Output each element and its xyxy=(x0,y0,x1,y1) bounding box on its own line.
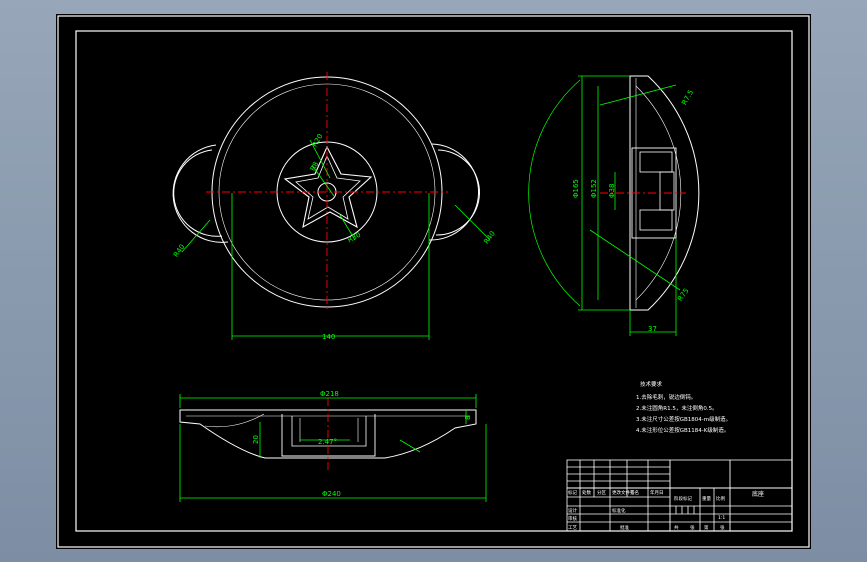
tb-label-total: 共 xyxy=(674,524,679,531)
note-line-3: 3.未注尺寸公差按GB1804-m级制造。 xyxy=(636,415,731,423)
dim-height-left: 20 xyxy=(252,435,260,444)
dim-d-bottom: Φ240 xyxy=(322,490,341,498)
cad-drawing-canvas[interactable]: 140 R40 R40 R20 R8 R30 Φ165 Φ152 Φ38 R7.… xyxy=(0,0,867,562)
tb-label-count: 处数 xyxy=(582,489,591,496)
tb-label-review: 审核 xyxy=(568,515,577,522)
dim-thickness: 37 xyxy=(648,325,657,333)
dim-height-right: 8 xyxy=(464,416,472,420)
tb-scale-value: 1:1 xyxy=(718,515,725,521)
dim-d-hub: Φ38 xyxy=(608,184,616,198)
tb-part-name: 底座 xyxy=(752,490,764,498)
tb-label-sheets: 张 xyxy=(690,524,695,531)
note-line-4: 4.未注形位公差按GB1184-K级制造。 xyxy=(636,426,729,434)
tb-label-date: 年月日 xyxy=(650,489,664,496)
tb-label-no: 第 xyxy=(704,524,709,531)
dim-width: 140 xyxy=(322,333,335,341)
tb-label-stage: 阶段标记 xyxy=(674,495,692,502)
note-line-1: 1.去除毛刺，锐边倒钝。 xyxy=(636,393,696,401)
drawing-sheet xyxy=(56,14,811,549)
tb-label-weight: 重量 xyxy=(702,495,711,502)
tb-label-zone: 分区 xyxy=(597,489,606,496)
note-line-2: 2.未注圆角R1.5，未注倒角0.5。 xyxy=(636,404,718,412)
tb-label-mark: 标记 xyxy=(568,489,577,496)
tb-label-sign: 签名 xyxy=(630,489,639,496)
dim-d-inner: Φ152 xyxy=(590,179,598,198)
notes-title: 技术要求 xyxy=(640,380,663,388)
dim-d-outer: Φ165 xyxy=(572,179,580,198)
dim-angle: 2.47° xyxy=(318,438,337,446)
tb-label-sheet: 张 xyxy=(720,524,725,531)
tb-label-approve: 批准 xyxy=(620,524,629,531)
tb-label-std: 标准化 xyxy=(612,507,626,514)
tb-label-scale: 比例 xyxy=(716,495,725,502)
dim-d-top: Φ218 xyxy=(320,390,339,398)
tb-label-process: 工艺 xyxy=(568,525,577,531)
tb-label-design: 设计 xyxy=(568,507,577,514)
